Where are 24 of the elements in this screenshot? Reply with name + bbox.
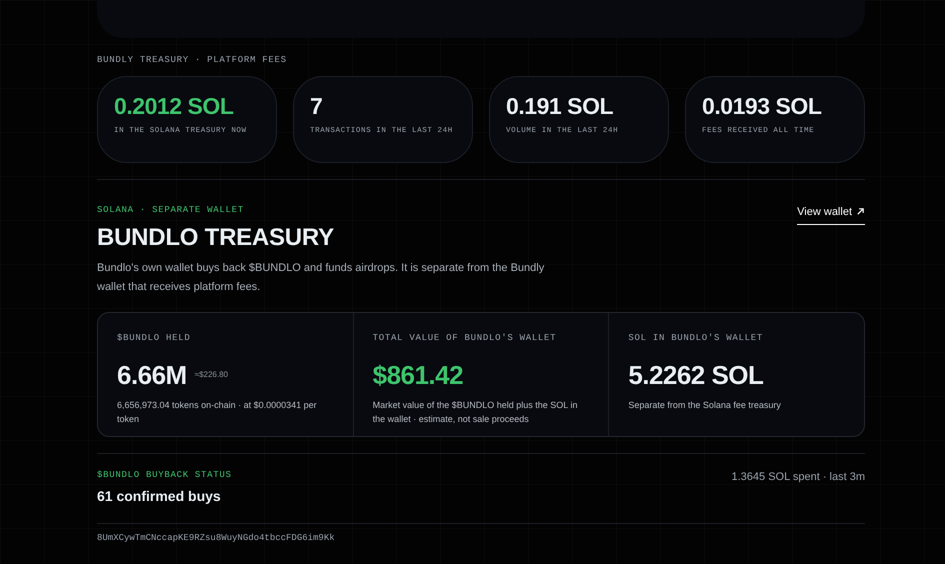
stat-note: Market value of the $BUNDLO held plus the SOL in the wallet · estimate, not sale proceeds — [372, 398, 578, 426]
buy-count: 61 confirmed buys — [97, 487, 222, 506]
section-label: BUNDLY TREASURY · PLATFORM FEES — [97, 54, 288, 67]
view-wallet-link[interactable]: View wallet — [797, 204, 865, 225]
description: Bundlo's own wallet buys back $BUNDLO and funds airdrops. It is separate from the Bundly wallet that receives platform fees. — [97, 261, 546, 295]
section-label: SOLANA · SEPARATE WALLET — [97, 204, 245, 216]
stat-note: Separate from the Solana fee treasury — [628, 398, 782, 412]
stat-label: $BUNDLO HELD — [117, 332, 192, 345]
stat-note: 6,656,973.04 tokens on-chain · at $0.0000341 per token — [117, 398, 318, 426]
arrow-icon — [856, 207, 865, 216]
stat-value: 0.2012 SOL — [114, 92, 234, 119]
stat-value: 6.66M — [117, 361, 187, 390]
section-label: $BUNDLO BUYBACK STATUS — [97, 468, 232, 482]
usd-estimate: ≈$226.80 — [194, 369, 228, 382]
stat-label: TOTAL VALUE OF BUNDLO'S WALLET — [372, 332, 558, 345]
stat-value: 0.191 SOL — [506, 92, 614, 119]
stat-value: 0.0193 SOL — [702, 92, 822, 119]
stat-value: 7 — [310, 92, 324, 119]
stat-label: SOL IN BUNDLO'S WALLET — [628, 332, 764, 345]
stat-value: 5.2262 SOL — [628, 361, 764, 390]
stat-value: $861.42 — [372, 361, 464, 390]
spent-summary: 1.3645 SOL spent · last 3m — [732, 470, 865, 485]
wallet-address: 8UmXCywTmCNccapKE9RZsu8WuyNGdo4tbccFDG6im9Kk — [97, 532, 336, 546]
section-title: BUNDLO TREASURY — [97, 225, 335, 252]
